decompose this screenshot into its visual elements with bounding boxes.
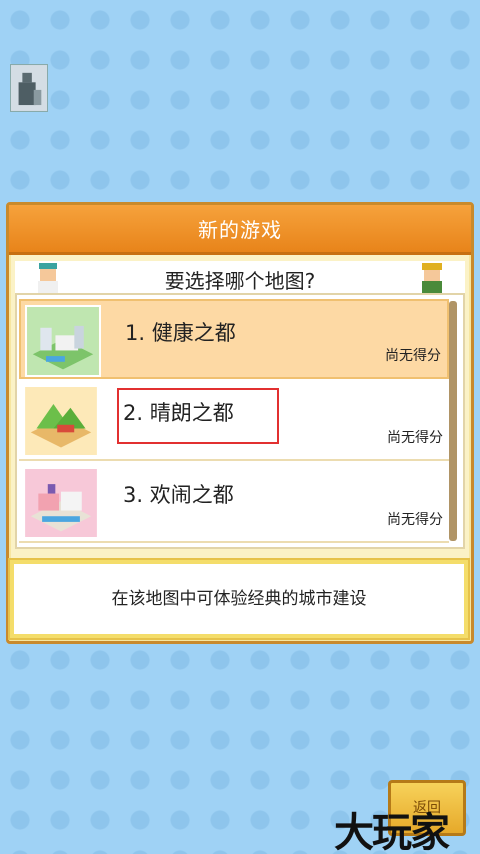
map-score: 尚无得分 bbox=[387, 512, 443, 528]
dialog-title: 新的游戏 bbox=[9, 205, 471, 255]
selection-highlight-box bbox=[117, 388, 279, 444]
park-thumbnail-icon bbox=[23, 467, 99, 539]
map-item-1[interactable]: 1. 健康之都 尚无得分 bbox=[19, 299, 449, 379]
city-thumbnail-icon bbox=[25, 305, 101, 377]
map-item-3[interactable]: 3. 欢闹之都 尚无得分 bbox=[19, 463, 449, 543]
map-score: 尚无得分 bbox=[387, 430, 443, 446]
map-description: 在该地图中可体验经典的城市建设 bbox=[111, 589, 367, 609]
map-name: 1. 健康之都 bbox=[125, 321, 236, 345]
description-panel: 在该地图中可体验经典的城市建设 bbox=[10, 560, 468, 638]
hill-thumbnail-icon bbox=[23, 385, 99, 457]
map-name: 3. 欢闹之都 bbox=[123, 483, 234, 507]
profile-avatar-icon[interactable] bbox=[10, 64, 48, 112]
map-score: 尚无得分 bbox=[385, 348, 441, 364]
watermark-logo: 大玩家 bbox=[334, 810, 450, 854]
list-scrollbar[interactable] bbox=[449, 301, 457, 541]
